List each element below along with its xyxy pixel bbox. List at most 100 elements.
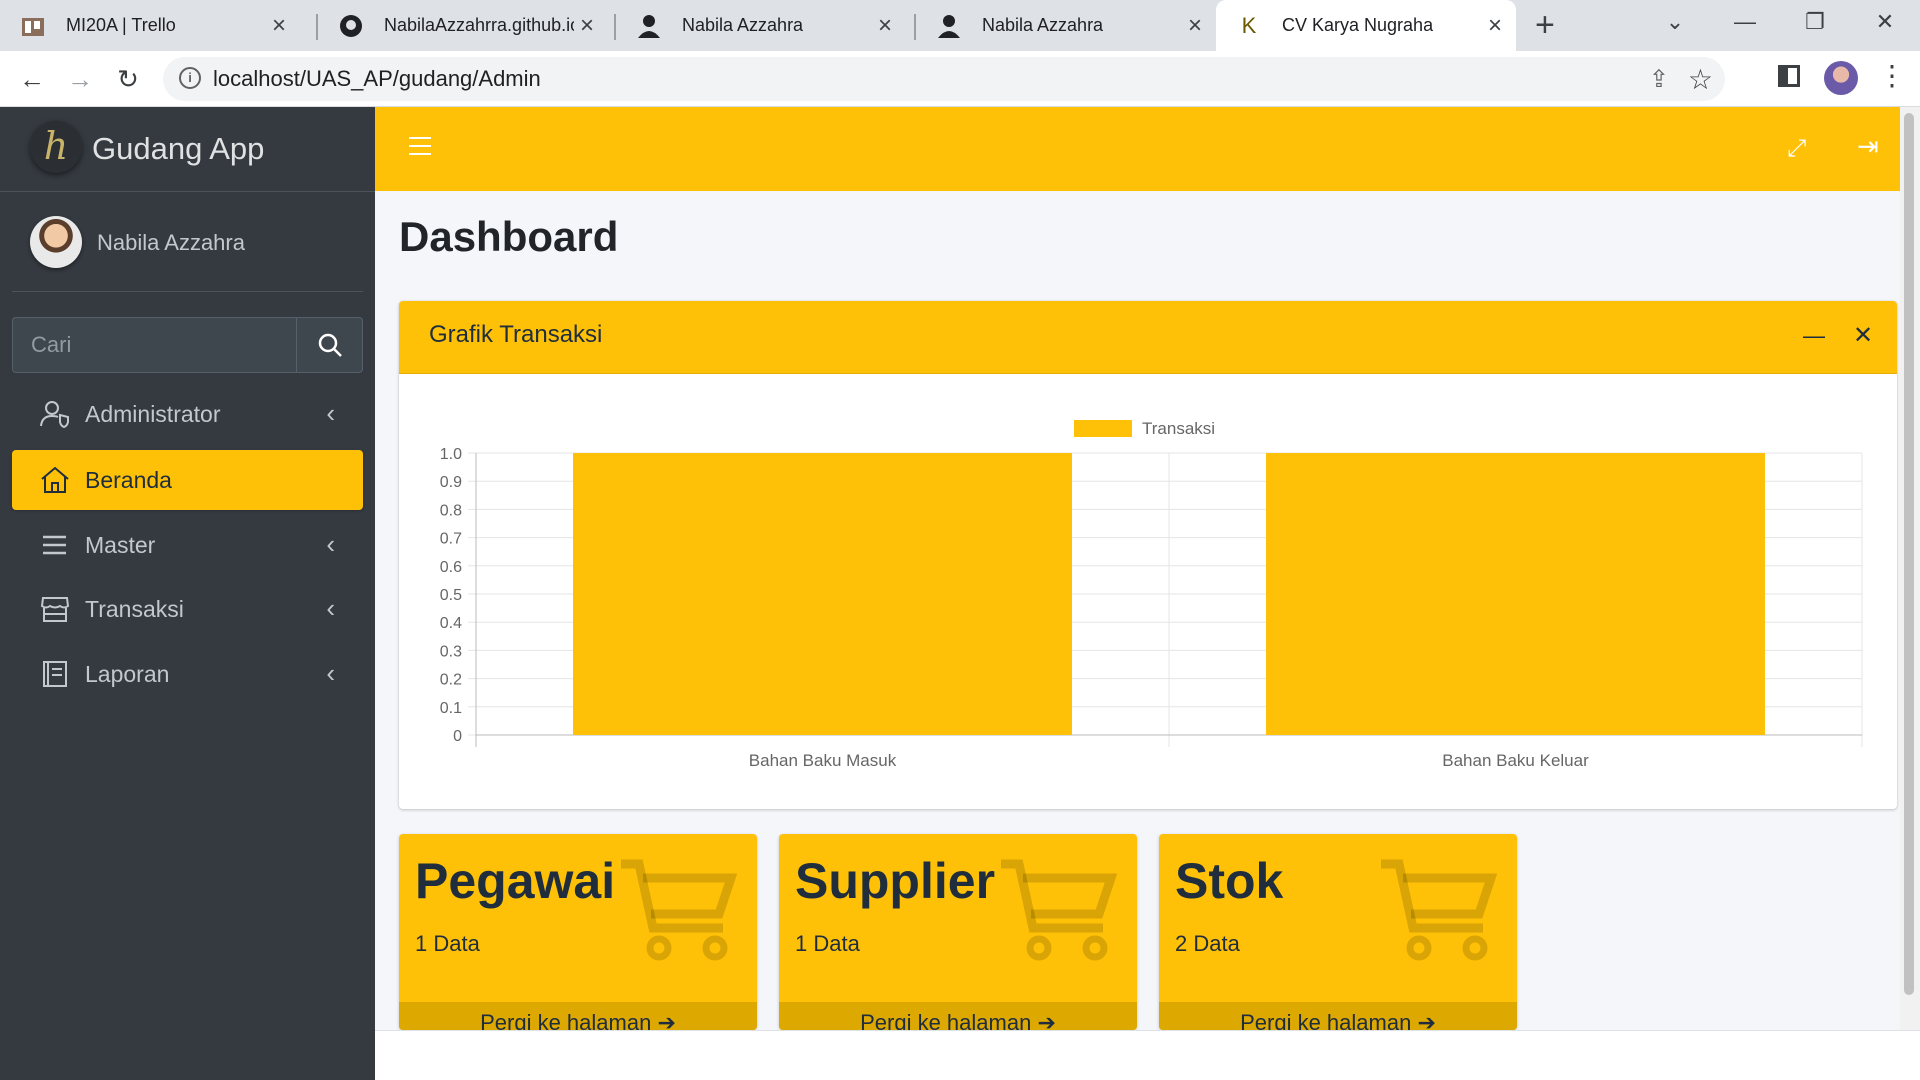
y-tick-label: 1.0 <box>440 446 462 463</box>
bookmark-star-icon[interactable]: ☆ <box>1688 63 1713 96</box>
arrow-circle-right-icon: ➔ <box>1037 1010 1056 1030</box>
user-name[interactable]: Nabila Azzahra <box>97 230 245 256</box>
arrow-circle-right-icon: ➔ <box>657 1010 676 1030</box>
home-icon <box>41 466 69 493</box>
box-footer-label: Pergi ke halaman <box>1240 1010 1412 1030</box>
box-footer-link[interactable]: Pergi ke halaman ➔ <box>1159 1002 1517 1030</box>
box-count: 2 Data <box>1175 931 1240 956</box>
close-icon[interactable]: × <box>272 12 286 40</box>
chart-card: Grafik Transaksi — ✕ Transaksi 0 0.1 0.2 0.3… <box>399 301 1897 809</box>
box-title: Pegawai <box>415 853 616 909</box>
box-footer-link[interactable]: Pergi ke halaman ➔ <box>779 1002 1137 1030</box>
y-tick-label: 0.4 <box>440 615 462 632</box>
transaction-bar-chart: Transaksi 0 0.1 0.2 0.3 0.4 0.5 0.6 0.7 0.8 0.9 1.0… <box>440 419 1863 770</box>
back-arrow-icon[interactable]: ← <box>14 61 50 97</box>
content-footer <box>375 1030 1920 1080</box>
restore-icon[interactable]: ❐ <box>1780 0 1850 44</box>
card-header: Grafik Transaksi — ✕ <box>399 301 1897 374</box>
tab-title: Nabila Azzahra <box>682 15 804 35</box>
sidebar-item-label: Administrator <box>85 401 221 427</box>
browser-tab-github[interactable]: NabilaAzzahrra.github.io/ × <box>318 0 608 51</box>
browser-tabstrip: MI20A | Trello × NabilaAzzahrra.github.i… <box>0 0 1920 51</box>
sidebar-item-laporan[interactable]: Laporan ‹ <box>12 644 363 704</box>
sidebar-item-label: Beranda <box>85 467 172 493</box>
browser-tab-trello[interactable]: MI20A | Trello × <box>0 0 300 51</box>
minimize-icon[interactable]: — <box>1710 0 1780 44</box>
shopping-cart-icon <box>1381 859 1498 961</box>
person-favicon-icon <box>636 13 662 39</box>
sidebar: h Gudang App Nabila Azzahra Administrato… <box>0 107 375 1080</box>
y-tick-label: 0.9 <box>440 474 462 491</box>
hamburger-menu-icon[interactable] <box>409 137 431 155</box>
x-tick-label: Bahan Baku Masuk <box>749 751 897 770</box>
box-footer-label: Pergi ke halaman <box>860 1010 1032 1030</box>
search-button[interactable] <box>296 317 363 373</box>
tab-title: Nabila Azzahra <box>982 15 1104 35</box>
sidebar-item-transaksi[interactable]: Transaksi ‹ <box>12 579 363 639</box>
legend-swatch <box>1074 420 1132 437</box>
sidebar-item-master[interactable]: Master ‹ <box>12 515 363 575</box>
site-info-icon[interactable]: i <box>179 67 201 89</box>
window-close-icon[interactable]: ✕ <box>1850 0 1920 44</box>
y-tick-label: 0.8 <box>440 502 462 519</box>
chevron-left-icon: ‹ <box>326 529 335 559</box>
browser-tab-active[interactable]: K CV Karya Nugraha × <box>1216 0 1516 51</box>
search-icon <box>318 333 342 357</box>
small-box-stok: Stok 2 Data Pergi ke halaman ➔ <box>1159 834 1517 1030</box>
browser-menu-icon[interactable]: ⋮ <box>1878 59 1906 92</box>
brand-logo: h <box>30 121 82 173</box>
browser-profile-avatar[interactable] <box>1824 61 1858 95</box>
small-box-pegawai: Pegawai 1 Data Pergi ke halaman ➔ <box>399 834 757 1030</box>
close-icon[interactable]: × <box>1488 12 1502 40</box>
url-text[interactable]: localhost/UAS_AP/gudang/Admin <box>213 66 541 92</box>
shopping-cart-icon <box>1001 859 1118 961</box>
window-controls: ⌄ — ❐ ✕ <box>1640 0 1920 44</box>
tab-search-chevron-icon[interactable]: ⌄ <box>1640 0 1710 44</box>
book-icon <box>43 661 67 687</box>
box-footer-link[interactable]: Pergi ke halaman ➔ <box>399 1002 757 1030</box>
sidebar-item-administrator[interactable]: Administrator ‹ <box>12 384 363 444</box>
page-title: Dashboard <box>399 213 619 260</box>
arrow-circle-right-icon: ➔ <box>1417 1010 1436 1030</box>
box-footer-label: Pergi ke halaman <box>480 1010 652 1030</box>
address-bar[interactable]: i localhost/UAS_AP/gudang/Admin ⇪ ☆ <box>163 57 1725 101</box>
top-navbar: ⤢ ⇥ <box>375 107 1920 191</box>
card-title: Grafik Transaksi <box>429 321 603 348</box>
list-icon <box>43 535 66 555</box>
user-avatar <box>30 216 82 268</box>
sidebar-item-beranda[interactable]: Beranda <box>12 450 363 510</box>
y-tick-label: 0.5 <box>440 587 462 604</box>
browser-tab-profile-1[interactable]: Nabila Azzahra × <box>616 0 906 51</box>
box-count: 1 Data <box>795 931 860 956</box>
close-icon[interactable]: × <box>878 12 892 40</box>
forward-arrow-icon[interactable]: → <box>62 61 98 97</box>
new-tab-plus-icon[interactable]: + <box>1535 6 1555 45</box>
brand-link[interactable]: h Gudang App <box>0 107 375 192</box>
bar <box>1266 453 1765 735</box>
scrollbar-thumb[interactable] <box>1904 113 1914 995</box>
y-tick-label: 0 <box>453 728 462 745</box>
box-title: Supplier <box>795 853 996 909</box>
fullscreen-expand-icon[interactable]: ⤢ <box>1787 135 1806 163</box>
logout-icon[interactable]: ⇥ <box>1857 131 1879 162</box>
tab-title: NabilaAzzahrra.github.io/ <box>384 15 574 35</box>
close-icon[interactable]: × <box>1188 12 1202 40</box>
browser-toolbar: ← → ↻ i localhost/UAS_AP/gudang/Admin ⇪ … <box>0 51 1920 107</box>
reload-icon[interactable]: ↻ <box>110 61 146 97</box>
k-favicon-icon: K <box>1241 12 1257 38</box>
share-icon[interactable]: ⇪ <box>1649 65 1669 94</box>
close-icon[interactable]: × <box>580 12 594 40</box>
side-panel-icon[interactable] <box>1778 65 1800 87</box>
user-panel: Nabila Azzahra <box>12 192 363 292</box>
tab-title: CV Karya Nugraha <box>1282 15 1434 35</box>
sidebar-search-input[interactable] <box>12 317 296 373</box>
chevron-left-icon: ‹ <box>326 593 335 623</box>
collapse-minus-icon[interactable]: — <box>1803 323 1825 349</box>
box-count: 1 Data <box>415 931 480 956</box>
sidebar-search <box>12 317 363 373</box>
bar <box>573 453 1072 735</box>
card-close-icon[interactable]: ✕ <box>1853 321 1873 350</box>
y-tick-label: 0.6 <box>440 559 462 576</box>
browser-tab-profile-2[interactable]: Nabila Azzahra × <box>916 0 1216 51</box>
box-title: Stok <box>1175 853 1284 909</box>
